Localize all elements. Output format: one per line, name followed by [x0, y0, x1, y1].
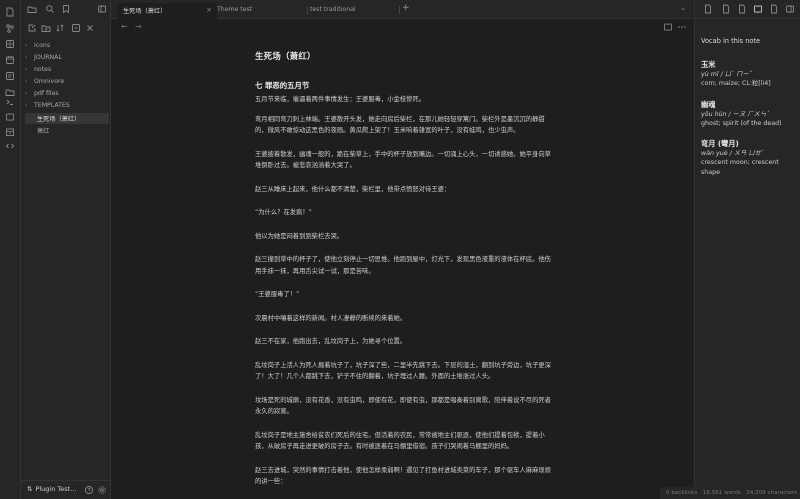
paragraph: 乱坟岗子上活人为死人掘着坑子了，坑子深了些，二里半先跳下去。下层的湿土，翻到坑子…	[255, 361, 551, 381]
folder-view-icon[interactable]	[27, 4, 37, 14]
chevron-right-icon: ›	[25, 54, 28, 61]
search-icon[interactable]	[45, 4, 55, 14]
left-ribbon	[0, 0, 21, 499]
chevron-right-icon: ›	[25, 42, 28, 49]
vault-footer: ⇅ Plugin Test...	[21, 480, 111, 499]
paragraph: 他以为她是闷着到到柴栏去哭。	[255, 232, 344, 240]
paragraph: 王婆披着散发，幽魂一般的，跪在柴草上，手中的杯子放到嘴边。一切涌上心头，一切诱惑…	[255, 150, 551, 170]
sidebar-header	[21, 0, 111, 19]
chevron-right-icon: ›	[25, 66, 28, 73]
section-heading: 七 罪恶的五月节	[255, 81, 310, 90]
help-icon[interactable]	[84, 485, 94, 495]
paragraph: 赵三不在家，他跑出去，乱坟岗子上，为她寻个位置。	[255, 338, 407, 345]
close-icon[interactable]	[85, 23, 95, 33]
vocab-title: Vocab in this note	[701, 37, 761, 45]
note-title[interactable]: 生死场（萧红）	[255, 50, 551, 62]
folder-item[interactable]: › pdf files	[25, 88, 109, 99]
tab-theme-test[interactable]: Theme test	[211, 3, 307, 19]
vocab-entry[interactable]: 幽魂 yōu hún / ㄧㄡ ㄏㄨㄣˊ ghost; spirit (of t…	[701, 100, 797, 129]
vocab-pinyin: yōu hún / ㄧㄡ ㄏㄨㄣˊ	[701, 110, 770, 118]
vocab-entry[interactable]: 玉米 yù mǐ / ㄩˋ ㄇㄧˇ corn; maize; CL:粒[li4]	[701, 60, 797, 89]
reading-view-icon[interactable]	[663, 22, 673, 32]
status-bar: 0 backlinks 16,561 words 24,309 characte…	[660, 487, 800, 499]
paragraph: 赵三从睡床上起来，他什么都不清楚，柴栏里，他带点愤怒对待王婆：	[255, 185, 451, 193]
sidebar-toggle-icon[interactable]	[785, 4, 795, 14]
book-icon[interactable]	[753, 4, 763, 14]
folder-item[interactable]: › JOURNAL	[25, 52, 109, 63]
vocab-panel: Vocab in this note 玉米 yù mǐ / ㄩˋ ㄇㄧˇ cor…	[701, 37, 797, 188]
file-item[interactable]: 萧红	[25, 125, 109, 136]
files-icon[interactable]	[5, 7, 15, 17]
folder-item[interactable]: › icons	[25, 40, 109, 51]
vocab-pinyin: wān yuè / ㄨㄢ ㄩㄝˋ	[701, 150, 765, 157]
folder-item[interactable]: › Omnivore	[25, 76, 109, 87]
folder-item[interactable]: › TEMPLATES	[25, 100, 109, 111]
file-icon[interactable]	[703, 4, 713, 14]
character-count: 24,309 characters	[746, 490, 798, 496]
paragraph: 次晨村中嚷着这样的新闻。村人凄静的断续的来着她。	[255, 314, 407, 322]
view-header: ← →	[111, 19, 694, 36]
tab-current-note[interactable]: 生死场（萧红） ×	[117, 3, 217, 19]
calendar-icon[interactable]	[5, 55, 15, 65]
file-icon[interactable]	[721, 4, 731, 14]
tab-bar: 生死场（萧红） × Theme test test traditional + ⌄	[111, 0, 694, 19]
word-count: 16,561 words	[702, 490, 741, 496]
vocab-word: 玉米	[701, 60, 716, 69]
vault-switcher[interactable]: ⇅ Plugin Test...	[27, 485, 76, 493]
new-note-icon[interactable]	[27, 23, 37, 33]
forward-arrow-icon[interactable]: →	[135, 22, 142, 31]
vocab-definition: ghost; spirit (of the dead)	[701, 119, 782, 127]
chevron-right-icon: ›	[25, 102, 28, 109]
file-item-active[interactable]: 生死场（萧红）	[25, 113, 109, 124]
code-icon[interactable]	[5, 141, 15, 151]
canvas-icon[interactable]	[5, 39, 15, 49]
archive-icon[interactable]	[5, 127, 15, 137]
templates-icon[interactable]	[5, 71, 15, 81]
file-icon[interactable]	[737, 4, 747, 14]
chevron-right-icon: ›	[25, 78, 28, 85]
paragraph: 赵三去进城，突然的事情打击着他，使他怎样柔弱啊！遇见了打鱼村进城卖菜的车子，那个…	[255, 466, 551, 486]
sidebar-toggle-icon[interactable]	[97, 4, 107, 14]
paragraph: “王婆服毒了！”	[255, 291, 300, 298]
note-document[interactable]: 生死场（萧红） 七 罪恶的五月节 五月节来临，催逼着两件事情发生：王婆服毒，小金…	[255, 50, 551, 499]
paragraph: 赵三撞到草中的杯子了，使他立刻停止一切思惟。他跑到屋中，灯光下，发现黑色液重的液…	[255, 256, 551, 275]
tab-separator	[399, 6, 400, 14]
vocab-word: 弯月 (彎月)	[701, 139, 739, 148]
folder-icon[interactable]	[5, 87, 15, 97]
vocab-entry[interactable]: 弯月 (彎月) wān yuè / ㄨㄢ ㄩㄝˋ crescent moon; …	[701, 139, 797, 177]
file-explorer-sidebar: › icons › JOURNAL › notes › Omnivore › pdf fi…	[21, 0, 111, 499]
paragraph: “为什么？在发疯！”	[255, 209, 312, 216]
paragraph: 弯月相同弯刀刺上林端。王婆散开头发，她走向房后柴栏，在那儿她轻轻穿篱门。柴栏外是…	[255, 115, 545, 135]
paragraph: 五月节来临，催逼着两件事情发生：王婆服毒，小金枝惨死。	[255, 96, 426, 103]
settings-gear-icon[interactable]	[97, 485, 107, 495]
terminal-icon[interactable]	[5, 97, 15, 107]
collapse-all-icon[interactable]	[71, 23, 81, 33]
paragraph: 乱坟岗子是地主施舍给贫农们死后的住宅。但活着的农民，常常被地主们驱逐，使他们提着…	[255, 431, 545, 451]
vocab-word: 幽魂	[701, 99, 716, 109]
new-tab-icon[interactable]: +	[402, 3, 410, 13]
bookmark-icon[interactable]	[61, 4, 71, 14]
tab-list-chevron-icon[interactable]: ⌄	[680, 4, 686, 12]
chevron-right-icon: ›	[25, 90, 28, 97]
editor-pane[interactable]: 生死场（萧红） 七 罪恶的五月节 五月节来临，催逼着两件事情发生：王婆服毒，小金…	[111, 36, 694, 499]
folder-item[interactable]: › notes	[25, 64, 109, 75]
sort-icon[interactable]	[55, 23, 65, 33]
chevron-up-down-icon: ⇅	[27, 485, 33, 493]
vocab-definition: crescent moon; crescent shape	[701, 159, 779, 176]
right-sidebar-header	[695, 0, 800, 19]
vocab-definition: corn; maize; CL:粒[li4]	[701, 80, 771, 87]
book-icon[interactable]	[5, 112, 15, 122]
tab-test-traditional[interactable]: test traditional	[304, 3, 400, 19]
vocab-pinyin: yù mǐ / ㄩˋ ㄇㄧˇ	[701, 71, 752, 78]
file-icon[interactable]	[769, 4, 779, 14]
back-arrow-icon[interactable]: ←	[121, 22, 128, 31]
more-options-icon[interactable]	[677, 22, 687, 32]
paragraph: 坟场是死的城廓，没有花香，没有虫鸣，即使有花，即使有虫，那都是唱奏着别离歌，陪伴…	[255, 396, 551, 416]
right-sidebar: Vocab in this note 玉米 yù mǐ / ㄩˋ ㄇㄧˇ cor…	[694, 0, 800, 499]
new-folder-icon[interactable]	[41, 23, 51, 33]
explorer-toolbar	[21, 21, 111, 35]
graph-icon[interactable]	[5, 23, 15, 33]
backlinks-count[interactable]: 0 backlinks	[666, 490, 697, 496]
